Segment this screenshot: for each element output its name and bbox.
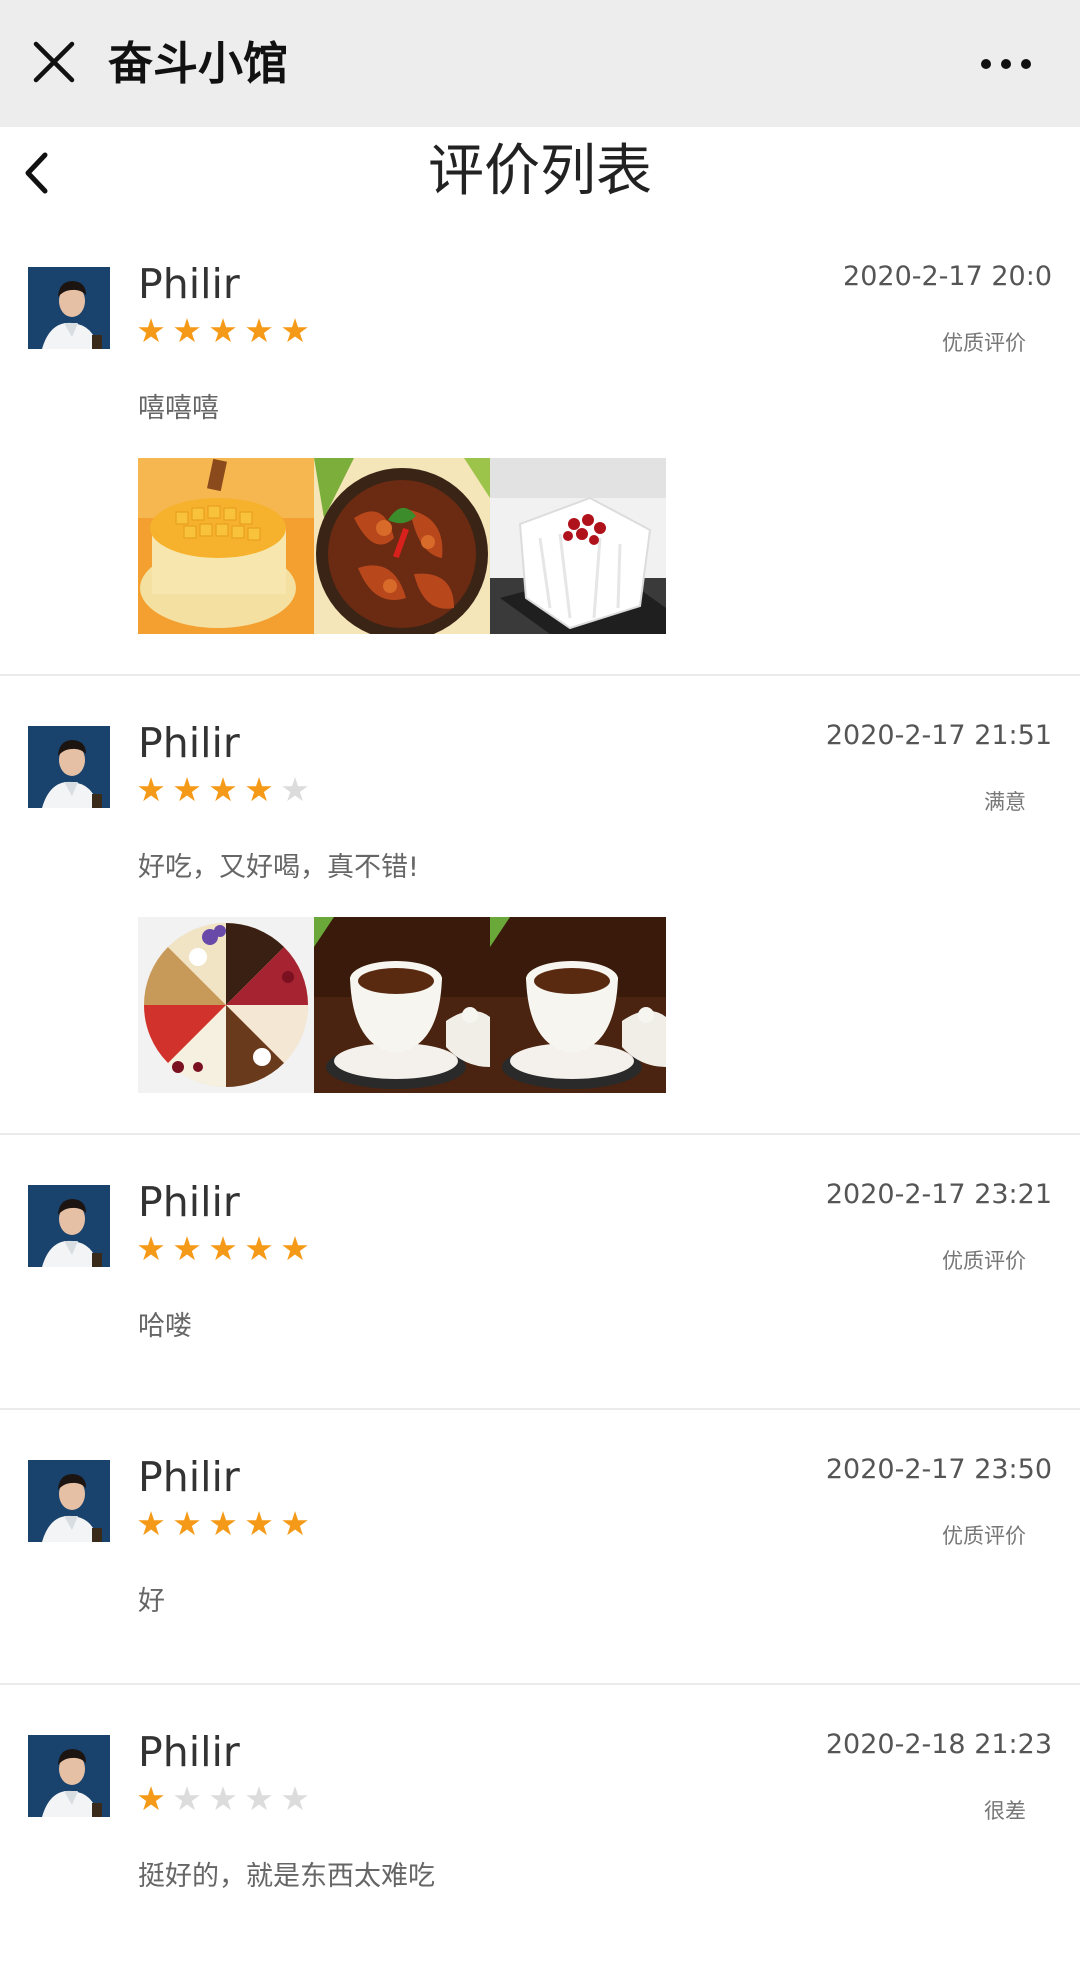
star-empty-icon: ★	[244, 1779, 274, 1818]
app-header: 奋斗小馆	[0, 0, 1080, 127]
assorted-cake-photo[interactable]	[138, 917, 314, 1093]
review-card: Philir ★ ★ ★ ★ ★ 2020-2-17 23:50 优质评价好	[0, 1410, 1080, 1685]
star-filled-icon: ★	[244, 311, 274, 350]
close-icon[interactable]	[28, 36, 80, 88]
avatar[interactable]	[28, 1735, 110, 1817]
review-comment: 哈喽	[138, 1311, 192, 1342]
star-rating: ★ ★ ★ ★ ★	[136, 1504, 310, 1544]
app-title: 奋斗小馆	[108, 37, 289, 90]
review-comment: 嘻嘻嘻	[138, 393, 219, 424]
page-title: 评价列表	[428, 139, 652, 204]
star-empty-icon: ★	[280, 1779, 310, 1818]
star-filled-icon: ★	[136, 1779, 166, 1818]
star-filled-icon: ★	[136, 1229, 166, 1268]
review-timestamp: 2020-2-17 20:0	[843, 261, 1052, 292]
rating-label: 很差	[984, 1799, 1026, 1823]
review-timestamp: 2020-2-18 21:23	[825, 1729, 1052, 1760]
star-filled-icon: ★	[172, 1504, 202, 1543]
star-empty-icon: ★	[208, 1779, 238, 1818]
page-navbar: 评价列表	[0, 127, 1080, 217]
star-filled-icon: ★	[172, 770, 202, 809]
rating-label: 优质评价	[942, 1249, 1026, 1273]
review-card: Philir ★ ★ ★ ★ ★ 2020-2-17 23:21 优质评价 哈喽	[0, 1135, 1080, 1410]
tea-cup-photo[interactable]	[314, 917, 490, 1093]
review-photos	[138, 458, 666, 634]
avatar[interactable]	[28, 1185, 110, 1267]
star-rating: ★ ★ ★ ★ ★	[136, 1779, 310, 1819]
star-filled-icon: ★	[280, 1504, 310, 1543]
avatar[interactable]	[28, 726, 110, 808]
star-filled-icon: ★	[244, 770, 274, 809]
star-filled-icon: ★	[208, 1229, 238, 1268]
braised-duck-photo[interactable]	[314, 458, 490, 634]
rating-label: 优质评价	[942, 1524, 1026, 1548]
avatar[interactable]	[28, 267, 110, 349]
review-list: Philir ★ ★ ★ ★ ★ 2020-2-17 20:0 优质评价 嘻嘻嘻 Philir ★…	[0, 217, 1080, 1985]
avatar[interactable]	[28, 1460, 110, 1542]
review-card: Philir ★ ★ ★ ★ ★ 2020-2-18 21:23 很差 挺好的，就是东西太难吃	[0, 1685, 1080, 1985]
more-icon[interactable]	[976, 44, 1036, 84]
star-filled-icon: ★	[208, 311, 238, 350]
star-filled-icon: ★	[244, 1229, 274, 1268]
review-card: Philir ★ ★ ★ ★ ★ 2020-2-17 20:0 优质评价 嘻嘻嘻	[0, 217, 1080, 676]
star-rating: ★ ★ ★ ★ ★	[136, 770, 310, 810]
star-filled-icon: ★	[208, 1504, 238, 1543]
rating-label: 满意	[984, 790, 1026, 814]
star-rating: ★ ★ ★ ★ ★	[136, 311, 310, 351]
review-comment: 好吃，又好喝，真不错!	[138, 852, 419, 883]
star-filled-icon: ★	[172, 1229, 202, 1268]
star-filled-icon: ★	[280, 311, 310, 350]
review-comment: 挺好的，就是东西太难吃	[138, 1861, 435, 1892]
star-filled-icon: ★	[208, 770, 238, 809]
reviewer-name: Philir	[138, 719, 240, 767]
star-filled-icon: ★	[136, 770, 166, 809]
reviewer-name: Philir	[138, 1728, 240, 1776]
star-empty-icon: ★	[280, 770, 310, 809]
tea-cup-photo[interactable]	[490, 917, 666, 1093]
star-empty-icon: ★	[172, 1779, 202, 1818]
star-filled-icon: ★	[136, 311, 166, 350]
star-filled-icon: ★	[244, 1504, 274, 1543]
review-timestamp: 2020-2-17 21:51	[825, 720, 1052, 751]
review-photos	[138, 917, 666, 1093]
rating-label: 优质评价	[942, 331, 1026, 355]
star-filled-icon: ★	[136, 1504, 166, 1543]
review-comment: 好	[138, 1586, 165, 1617]
reviewer-name: Philir	[138, 1178, 240, 1226]
reviewer-name: Philir	[138, 1453, 240, 1501]
review-timestamp: 2020-2-17 23:21	[825, 1179, 1052, 1210]
star-filled-icon: ★	[280, 1229, 310, 1268]
review-timestamp: 2020-2-17 23:50	[825, 1454, 1052, 1485]
star-rating: ★ ★ ★ ★ ★	[136, 1229, 310, 1269]
star-filled-icon: ★	[172, 311, 202, 350]
white-cake-photo[interactable]	[490, 458, 666, 634]
review-card: Philir ★ ★ ★ ★ ★ 2020-2-17 21:51 满意 好吃，又好喝，真不错!	[0, 676, 1080, 1135]
reviewer-name: Philir	[138, 260, 240, 308]
mango-cake-photo[interactable]	[138, 458, 314, 634]
